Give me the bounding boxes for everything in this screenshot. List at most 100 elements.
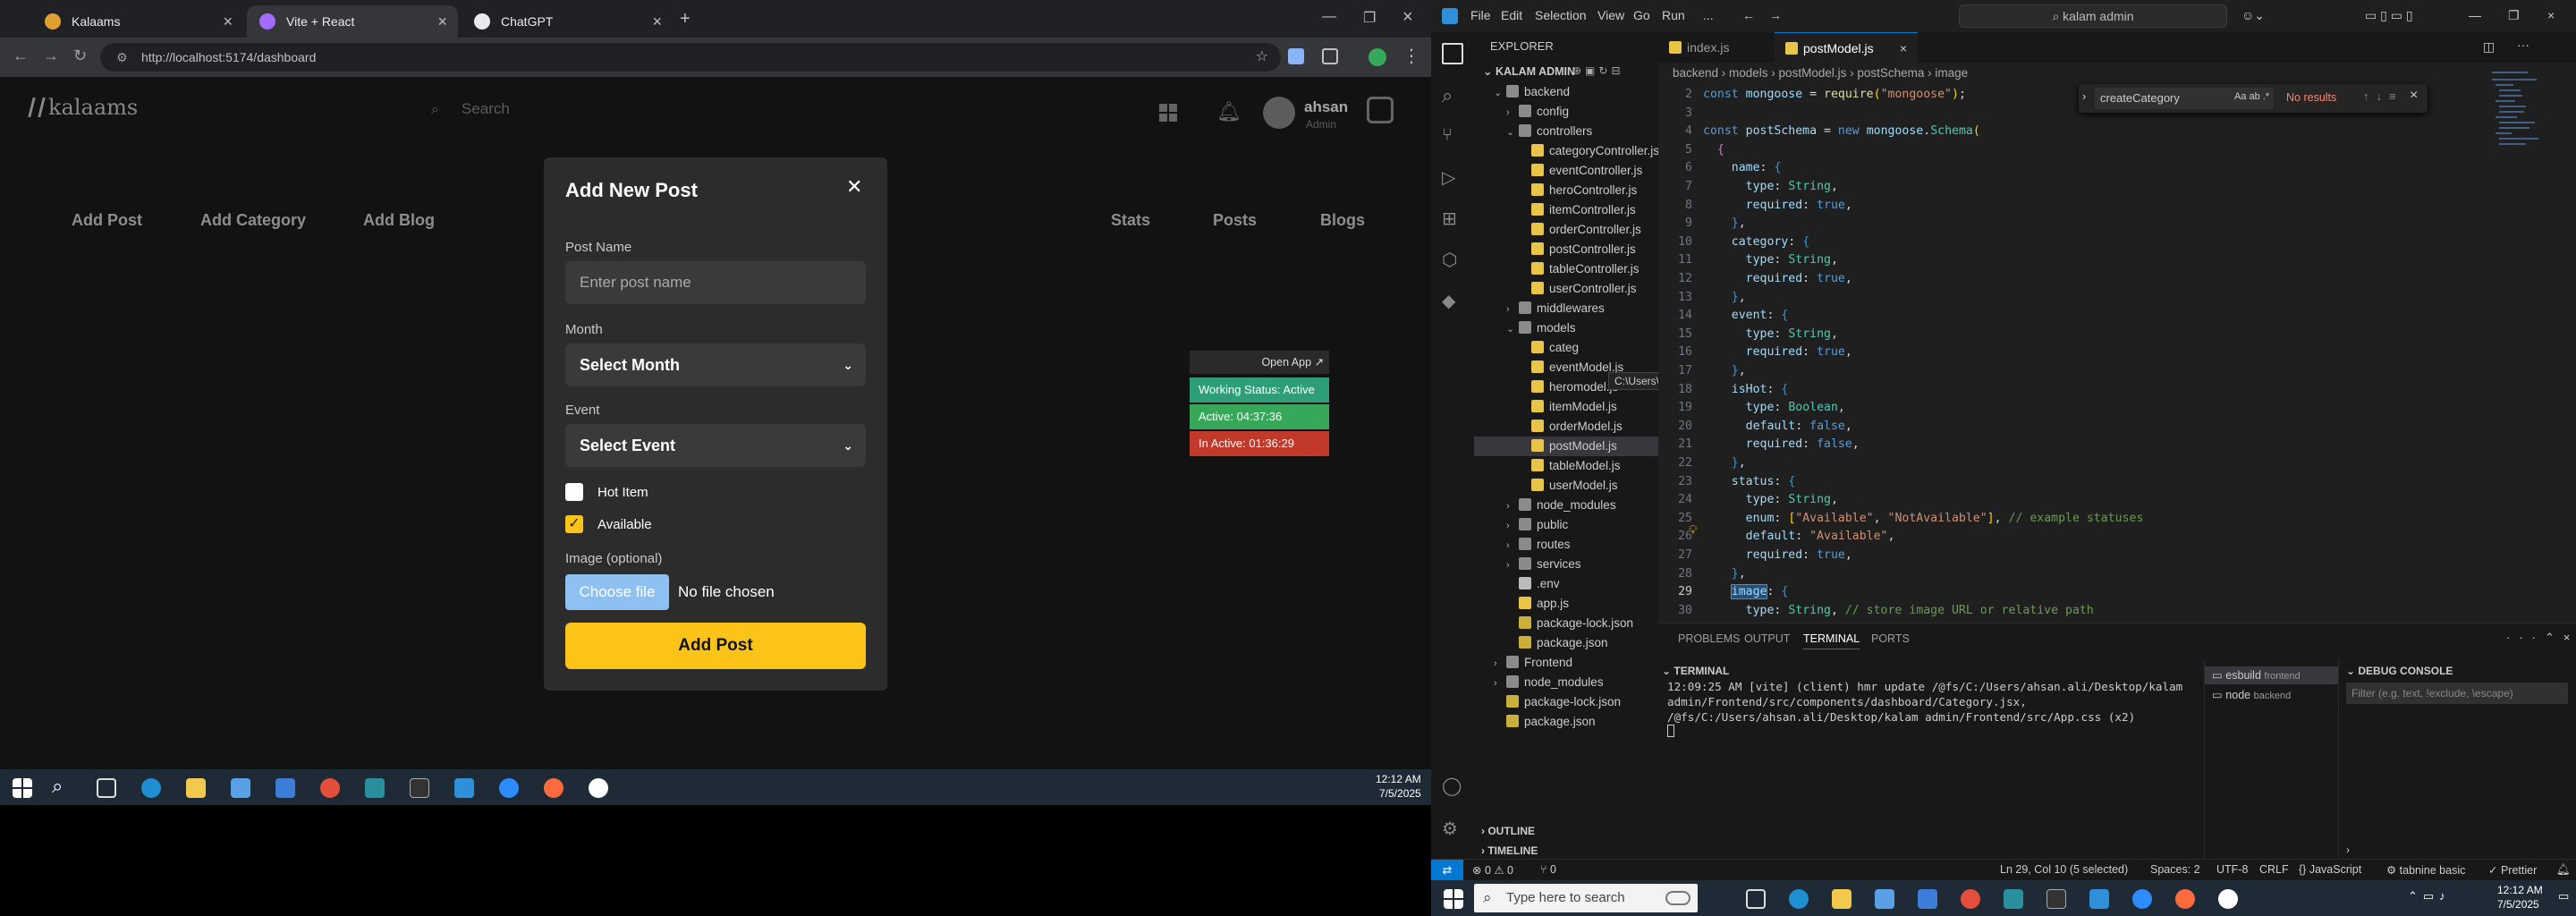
terminal-icon[interactable]	[410, 778, 429, 798]
browser-tab-chatgpt[interactable]: ChatGPT ×	[462, 5, 673, 38]
tree-item[interactable]: ⌄ backend	[1474, 82, 1658, 102]
tree-item[interactable]: package.json	[1474, 633, 1658, 653]
maximize-icon[interactable]: ❐	[1363, 9, 1376, 27]
browser-tab-vite[interactable]: Vite + React ×	[247, 5, 458, 38]
mail-icon[interactable]	[275, 778, 295, 798]
tree-item[interactable]: package.json	[1474, 712, 1658, 732]
find-nav-icons[interactable]: ↑↓≡	[2363, 89, 2403, 103]
panel-tab-output[interactable]: OUTPUT	[1744, 632, 1790, 645]
new-file-icon[interactable]: ⊕▣↻⊟	[1572, 64, 1624, 77]
tree-item[interactable]: userController.js	[1474, 279, 1658, 299]
browser-tab-kalaams[interactable]: Kalaams ×	[32, 5, 243, 38]
tree-item[interactable]: › services	[1474, 555, 1658, 574]
browser-menu-icon[interactable]: ⋮	[1402, 45, 1420, 67]
panel-tab-terminal[interactable]: TERMINAL	[1803, 632, 1860, 649]
puzzle-icon[interactable]	[1322, 48, 1338, 64]
notifications-icon[interactable]: 🔔︎	[2556, 863, 2571, 877]
layout-icon[interactable]: ▭ ▯ ▭ ▯	[2365, 8, 2413, 23]
tree-item[interactable]: categ	[1474, 338, 1658, 358]
indentation[interactable]: Spaces: 2	[2150, 863, 2200, 876]
tree-item[interactable]: package-lock.json	[1474, 614, 1658, 633]
close-icon[interactable]: ×	[223, 13, 233, 31]
tree-item[interactable]: itemModel.js	[1474, 397, 1658, 417]
menu-run[interactable]: Run	[1662, 8, 1685, 22]
vscode-icon[interactable]	[454, 778, 474, 798]
forward-icon[interactable]: →	[43, 47, 59, 65]
file-explorer-icon[interactable]	[1832, 889, 1852, 909]
search-icon[interactable]: ⌕	[52, 775, 63, 798]
tree-item[interactable]: eventController.js	[1474, 161, 1658, 181]
minimize-icon[interactable]: —	[1322, 9, 1336, 25]
account-icon[interactable]: ◯	[1442, 775, 1463, 796]
tree-item[interactable]: › Frontend	[1474, 653, 1658, 673]
find-options[interactable]: Aa ab .*	[2234, 91, 2269, 102]
close-icon[interactable]: ×	[652, 13, 662, 31]
tracker-app-icon[interactable]	[589, 778, 608, 798]
tree-item[interactable]: › middlewares	[1474, 299, 1658, 318]
tree-item[interactable]: ⌄ controllers	[1474, 122, 1658, 141]
available-checkbox[interactable]: ✓	[565, 515, 583, 533]
tree-item[interactable]: tableController.js	[1474, 259, 1658, 279]
store-icon[interactable]	[1875, 889, 1894, 909]
windows-start-icon[interactable]	[13, 778, 32, 798]
file-explorer-icon[interactable]	[186, 778, 206, 798]
terminal-item-node[interactable]: ▭ node backend	[2205, 686, 2338, 704]
tree-item[interactable]: › routes	[1474, 535, 1658, 555]
language-mode[interactable]: {} JavaScript	[2299, 863, 2361, 876]
post-name-input[interactable]: Enter post name	[565, 261, 866, 304]
panel-tab-ports[interactable]: PORTS	[1871, 632, 1910, 645]
tree-item[interactable]: › config	[1474, 102, 1658, 122]
vscode-icon[interactable]	[2089, 889, 2109, 909]
extensions-icon[interactable]: ⊞	[1442, 208, 1463, 229]
tree-item[interactable]: › node_modules	[1474, 496, 1658, 515]
tree-item[interactable]: orderController.js	[1474, 220, 1658, 240]
debug-filter-input[interactable]: Filter (e.g. text, !exclude, \escape)	[2346, 683, 2568, 704]
lightbulb-icon[interactable]: 💡︎	[1689, 522, 1698, 538]
close-icon[interactable]: ✕	[846, 175, 862, 199]
terminal-item-esbuild[interactable]: ▭ esbuild frontend	[2205, 666, 2338, 684]
open-app-button[interactable]: Open App ↗	[1190, 351, 1329, 374]
url-input[interactable]: ⚙ http://localhost:5174/dashboard ☆	[100, 43, 1281, 72]
tree-item[interactable]: itemController.js	[1474, 200, 1658, 220]
explorer-icon[interactable]	[1442, 43, 1463, 64]
outline-section[interactable]: › OUTLINE	[1481, 825, 1535, 837]
taskbar-search-input[interactable]: ⌕ Type here to search	[1474, 884, 1698, 912]
maximize-icon[interactable]: ❐	[2508, 8, 2520, 23]
workspace-title[interactable]: ⌄ KALAM ADMIN	[1483, 64, 1575, 78]
postman-icon[interactable]	[2175, 889, 2195, 909]
chevron-right-icon[interactable]: ›	[2346, 844, 2350, 856]
tab-postmodel-js[interactable]: postModel.js ×	[1775, 32, 1918, 63]
tree-item[interactable]: categoryController.js	[1474, 141, 1659, 161]
tree-item[interactable]: orderModel.js	[1474, 417, 1658, 437]
tree-item[interactable]: › public	[1474, 515, 1658, 535]
profile-avatar-icon[interactable]	[1368, 48, 1386, 66]
add-post-submit-button[interactable]: Add Post	[565, 623, 866, 669]
postman-icon[interactable]	[544, 778, 564, 798]
tree-item[interactable]: .env	[1474, 574, 1658, 594]
back-icon[interactable]: ←	[1742, 8, 1755, 22]
mail-icon[interactable]	[1918, 889, 1937, 909]
line-ending[interactable]: CRLF	[2259, 863, 2289, 876]
minimize-icon[interactable]: —	[2469, 8, 2481, 22]
extension-icon[interactable]	[1288, 48, 1304, 64]
docker-icon[interactable]: ⬡	[1442, 249, 1463, 270]
new-tab-button[interactable]: +	[680, 9, 691, 30]
gear-icon[interactable]: ⚙	[1442, 818, 1463, 839]
chevron-right-icon[interactable]: ›	[2082, 89, 2086, 103]
menu-selection[interactable]: Selection	[1535, 8, 1587, 22]
task-view-icon[interactable]	[1746, 889, 1766, 909]
tree-item[interactable]: package-lock.json	[1474, 692, 1658, 712]
close-icon[interactable]: ×	[2410, 88, 2418, 104]
remote-icon[interactable]: ⇄	[1431, 860, 1463, 880]
tracker-app-icon[interactable]	[2218, 889, 2238, 909]
tree-item[interactable]: postModel.js	[1474, 437, 1658, 456]
edge-icon[interactable]	[1789, 889, 1809, 909]
month-select[interactable]: Select Month ⌄	[565, 344, 866, 386]
encoding[interactable]: UTF-8	[2216, 863, 2248, 876]
tree-item[interactable]: heroController.js	[1474, 181, 1658, 200]
command-center[interactable]: ⌕ kalam admin	[1959, 4, 2227, 28]
store-icon[interactable]	[231, 778, 250, 798]
tree-item[interactable]: app.js	[1474, 594, 1658, 614]
prettier-status[interactable]: ✓ Prettier	[2488, 863, 2537, 877]
tabnine-status[interactable]: ⚙ tabnine basic	[2386, 863, 2465, 877]
